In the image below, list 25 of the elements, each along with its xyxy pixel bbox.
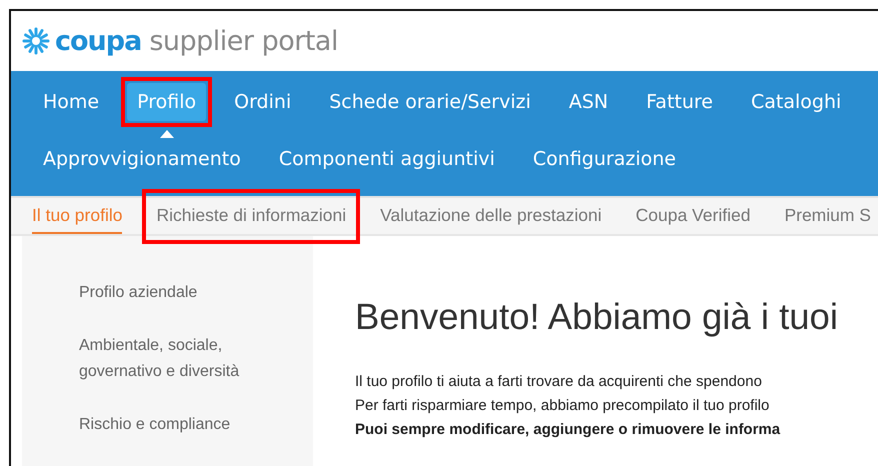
intro-text: Il tuo profilo ti aiuta a farti trovare da acquirenti che spendono bbox=[355, 372, 763, 392]
sidebar-item[interactable]: Rischio e compliance bbox=[79, 412, 254, 438]
sidebar-item[interactable]: Profilo aziendale bbox=[79, 280, 254, 306]
nav-tab[interactable]: Fatture bbox=[636, 83, 723, 121]
caret-icon bbox=[160, 130, 174, 138]
intro-text: Per farti risparmiare tempo, abbiamo precompilato il tuo profilo bbox=[355, 396, 770, 416]
nav-tab[interactable]: Schede orarie/Servizi bbox=[319, 83, 541, 121]
brand-logo-text: coupa bbox=[55, 26, 142, 56]
snowflake-icon bbox=[21, 26, 51, 56]
nav-tab[interactable]: Ordini bbox=[224, 83, 302, 121]
sub-tab[interactable]: Il tuo profilo bbox=[32, 198, 122, 234]
product-name: supplier portal bbox=[149, 26, 338, 56]
nav-tab[interactable]: Cataloghi bbox=[740, 83, 852, 121]
sub-tab[interactable]: Richieste di informazioni bbox=[156, 198, 346, 234]
nav-tab[interactable]: Home bbox=[33, 83, 110, 121]
welcome-heading: Benvenuto! Abbiamo già i tuoi bbox=[355, 296, 838, 338]
sub-tab[interactable]: Premium S bbox=[784, 198, 871, 234]
sub-tab[interactable]: Valutazione delle prestazioni bbox=[380, 198, 602, 234]
sidebar-item[interactable]: Ambientale, sociale, governativo e diversità bbox=[79, 333, 254, 385]
nav-tab[interactable]: Configurazione bbox=[522, 140, 686, 178]
nav-tab[interactable]: Componenti aggiuntivi bbox=[268, 140, 505, 178]
sub-tab[interactable]: Coupa Verified bbox=[636, 198, 750, 234]
nav-tab[interactable]: ASN bbox=[558, 83, 618, 121]
intro-text: Puoi sempre modificare, aggiungere o rimuovere le informa bbox=[355, 420, 782, 440]
nav-tab[interactable]: Approvvigionamento bbox=[33, 140, 251, 178]
